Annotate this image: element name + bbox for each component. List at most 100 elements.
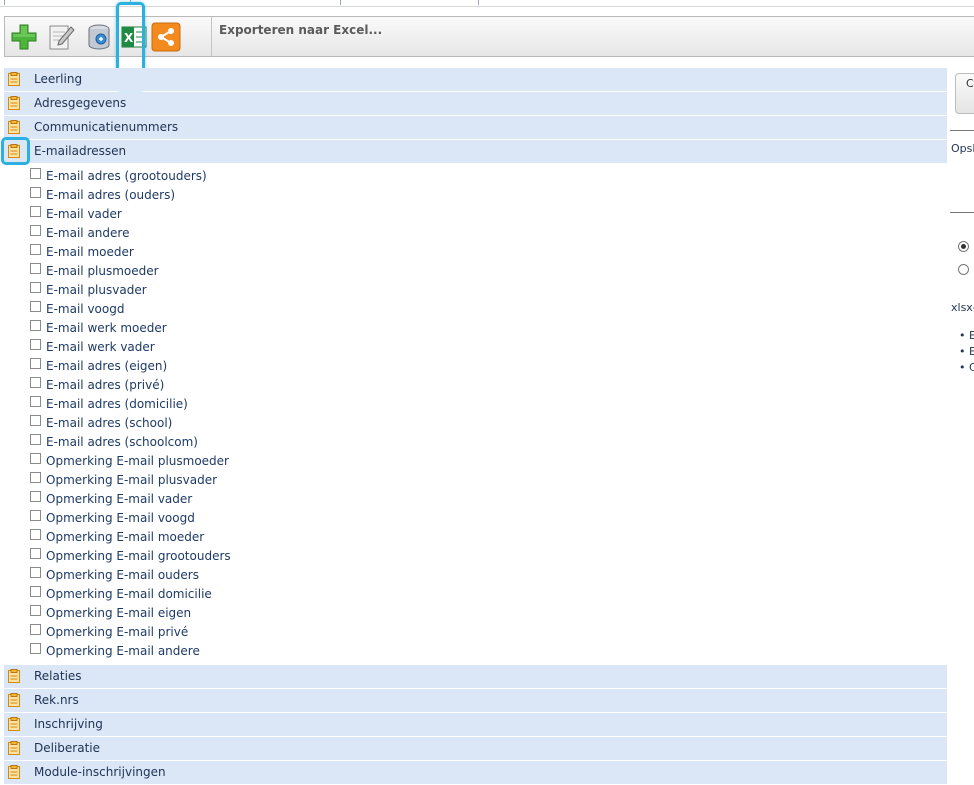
- field-label: Opmerking E-mail domicilie: [46, 587, 212, 601]
- edit-notepad-icon: [49, 25, 75, 50]
- toolbar-title: Exporteren naar Excel...: [219, 23, 383, 37]
- clipboard-icon: [8, 765, 20, 779]
- toolbar: X Exporteren naar Excel...: [4, 16, 974, 57]
- field-label: Opmerking E-mail privé: [46, 625, 189, 639]
- format-radio-1[interactable]: [958, 241, 969, 252]
- email-field-item[interactable]: E-mail andere: [30, 224, 947, 243]
- section-inschrijving[interactable]: Inschrijving: [4, 713, 947, 736]
- field-label: E-mail adres (ouders): [46, 188, 176, 202]
- add-button[interactable]: [9, 22, 39, 52]
- field-checkbox[interactable]: [30, 263, 41, 274]
- field-checkbox[interactable]: [30, 206, 41, 217]
- add-icon: [11, 24, 37, 50]
- field-checkbox[interactable]: [30, 510, 41, 521]
- icon-highlight: [1, 137, 30, 165]
- email-field-item[interactable]: Opmerking E-mail domicilie: [30, 585, 947, 604]
- field-checkbox[interactable]: [30, 472, 41, 483]
- field-accordion: Leerling Adresgegevens Communicatienumme…: [1, 68, 947, 785]
- field-checkbox[interactable]: [30, 529, 41, 540]
- email-field-item[interactable]: Opmerking E-mail plusmoeder: [30, 452, 947, 471]
- share-button[interactable]: [151, 22, 181, 52]
- email-field-item[interactable]: Opmerking E-mail andere: [30, 642, 947, 661]
- clipboard-icon: [8, 741, 20, 755]
- email-field-item[interactable]: Opmerking E-mail eigen: [30, 604, 947, 623]
- edit-button[interactable]: [45, 22, 75, 52]
- field-checkbox[interactable]: [30, 244, 41, 255]
- field-checkbox[interactable]: [30, 168, 41, 179]
- field-checkbox[interactable]: [30, 187, 41, 198]
- field-label: E-mail andere: [46, 226, 130, 240]
- section-label: Leerling: [34, 72, 83, 86]
- email-field-item[interactable]: E-mail adres (school): [30, 414, 947, 433]
- section-leerling[interactable]: Leerling: [4, 68, 947, 91]
- share-icon: [151, 22, 181, 52]
- field-checkbox[interactable]: [30, 396, 41, 407]
- database-button[interactable]: [84, 22, 114, 52]
- field-checkbox[interactable]: [30, 548, 41, 559]
- email-field-item[interactable]: E-mail adres (privé): [30, 376, 947, 395]
- clipboard-icon: [8, 72, 20, 86]
- field-checkbox[interactable]: [30, 225, 41, 236]
- field-checkbox[interactable]: [30, 358, 41, 369]
- field-checkbox[interactable]: [30, 453, 41, 464]
- field-label: E-mail adres (privé): [46, 378, 165, 392]
- clipboard-icon: [8, 693, 20, 707]
- field-label: E-mail moeder: [46, 245, 134, 259]
- right-panel-button[interactable]: C: [955, 73, 974, 114]
- divider: [340, 0, 341, 5]
- divider: [478, 0, 479, 5]
- section-reknrs[interactable]: Rek.nrs: [4, 689, 947, 712]
- email-field-item[interactable]: Opmerking E-mail moeder: [30, 528, 947, 547]
- email-field-item[interactable]: E-mail werk moeder: [30, 319, 947, 338]
- field-label: E-mail adres (grootouders): [46, 169, 207, 183]
- info-bullet: • E: [959, 329, 974, 342]
- field-label: E-mail adres (eigen): [46, 359, 168, 373]
- format-radio-2[interactable]: [958, 264, 969, 275]
- field-checkbox[interactable]: [30, 415, 41, 426]
- email-field-item[interactable]: E-mail vader: [30, 205, 947, 224]
- field-checkbox[interactable]: [30, 339, 41, 350]
- section-label: Adresgegevens: [34, 96, 127, 110]
- right-divider: [950, 130, 974, 131]
- email-field-item[interactable]: E-mail moeder: [30, 243, 947, 262]
- email-field-item[interactable]: E-mail plusmoeder: [30, 262, 947, 281]
- field-checkbox[interactable]: [30, 301, 41, 312]
- email-field-item[interactable]: E-mail adres (domicilie): [30, 395, 947, 414]
- section-module-inschrijvingen[interactable]: Module-inschrijvingen: [4, 761, 947, 784]
- field-label: E-mail werk moeder: [46, 321, 167, 335]
- field-checkbox[interactable]: [30, 643, 41, 654]
- email-field-item[interactable]: Opmerking E-mail grootouders: [30, 547, 947, 566]
- section-emailadressen[interactable]: E-mailadressen: [1, 137, 947, 165]
- clipboard-icon: [8, 120, 20, 134]
- field-label: Opmerking E-mail moeder: [46, 530, 205, 544]
- field-checkbox[interactable]: [30, 605, 41, 616]
- section-relaties[interactable]: Relaties: [4, 665, 947, 688]
- section-adresgegevens[interactable]: Adresgegevens: [4, 92, 947, 115]
- email-field-item[interactable]: E-mail adres (schoolcom): [30, 433, 947, 452]
- email-field-item[interactable]: E-mail werk vader: [30, 338, 947, 357]
- email-field-item[interactable]: E-mail voogd: [30, 300, 947, 319]
- field-checkbox[interactable]: [30, 282, 41, 293]
- field-label: E-mail adres (school): [46, 416, 173, 430]
- section-deliberatie[interactable]: Deliberatie: [4, 737, 947, 760]
- email-field-item[interactable]: Opmerking E-mail voogd: [30, 509, 947, 528]
- email-field-item[interactable]: E-mail plusvader: [30, 281, 947, 300]
- email-field-item[interactable]: E-mail adres (ouders): [30, 186, 947, 205]
- section-communicatienummers[interactable]: Communicatienummers: [4, 116, 947, 139]
- field-label: E-mail plusvader: [46, 283, 147, 297]
- email-field-item[interactable]: Opmerking E-mail plusvader: [30, 471, 947, 490]
- email-field-item[interactable]: E-mail adres (grootouders): [30, 167, 947, 186]
- field-checkbox[interactable]: [30, 434, 41, 445]
- email-field-item[interactable]: Opmerking E-mail vader: [30, 490, 947, 509]
- field-checkbox[interactable]: [30, 491, 41, 502]
- email-field-item[interactable]: Opmerking E-mail privé: [30, 623, 947, 642]
- field-checkbox[interactable]: [30, 624, 41, 635]
- field-checkbox[interactable]: [30, 320, 41, 331]
- field-checkbox[interactable]: [30, 567, 41, 578]
- field-label: E-mail voogd: [46, 302, 125, 316]
- email-field-item[interactable]: E-mail adres (eigen): [30, 357, 947, 376]
- field-checkbox[interactable]: [30, 586, 41, 597]
- email-field-item[interactable]: Opmerking E-mail ouders: [30, 566, 947, 585]
- field-checkbox[interactable]: [30, 377, 41, 388]
- right-button-label: C: [966, 77, 974, 90]
